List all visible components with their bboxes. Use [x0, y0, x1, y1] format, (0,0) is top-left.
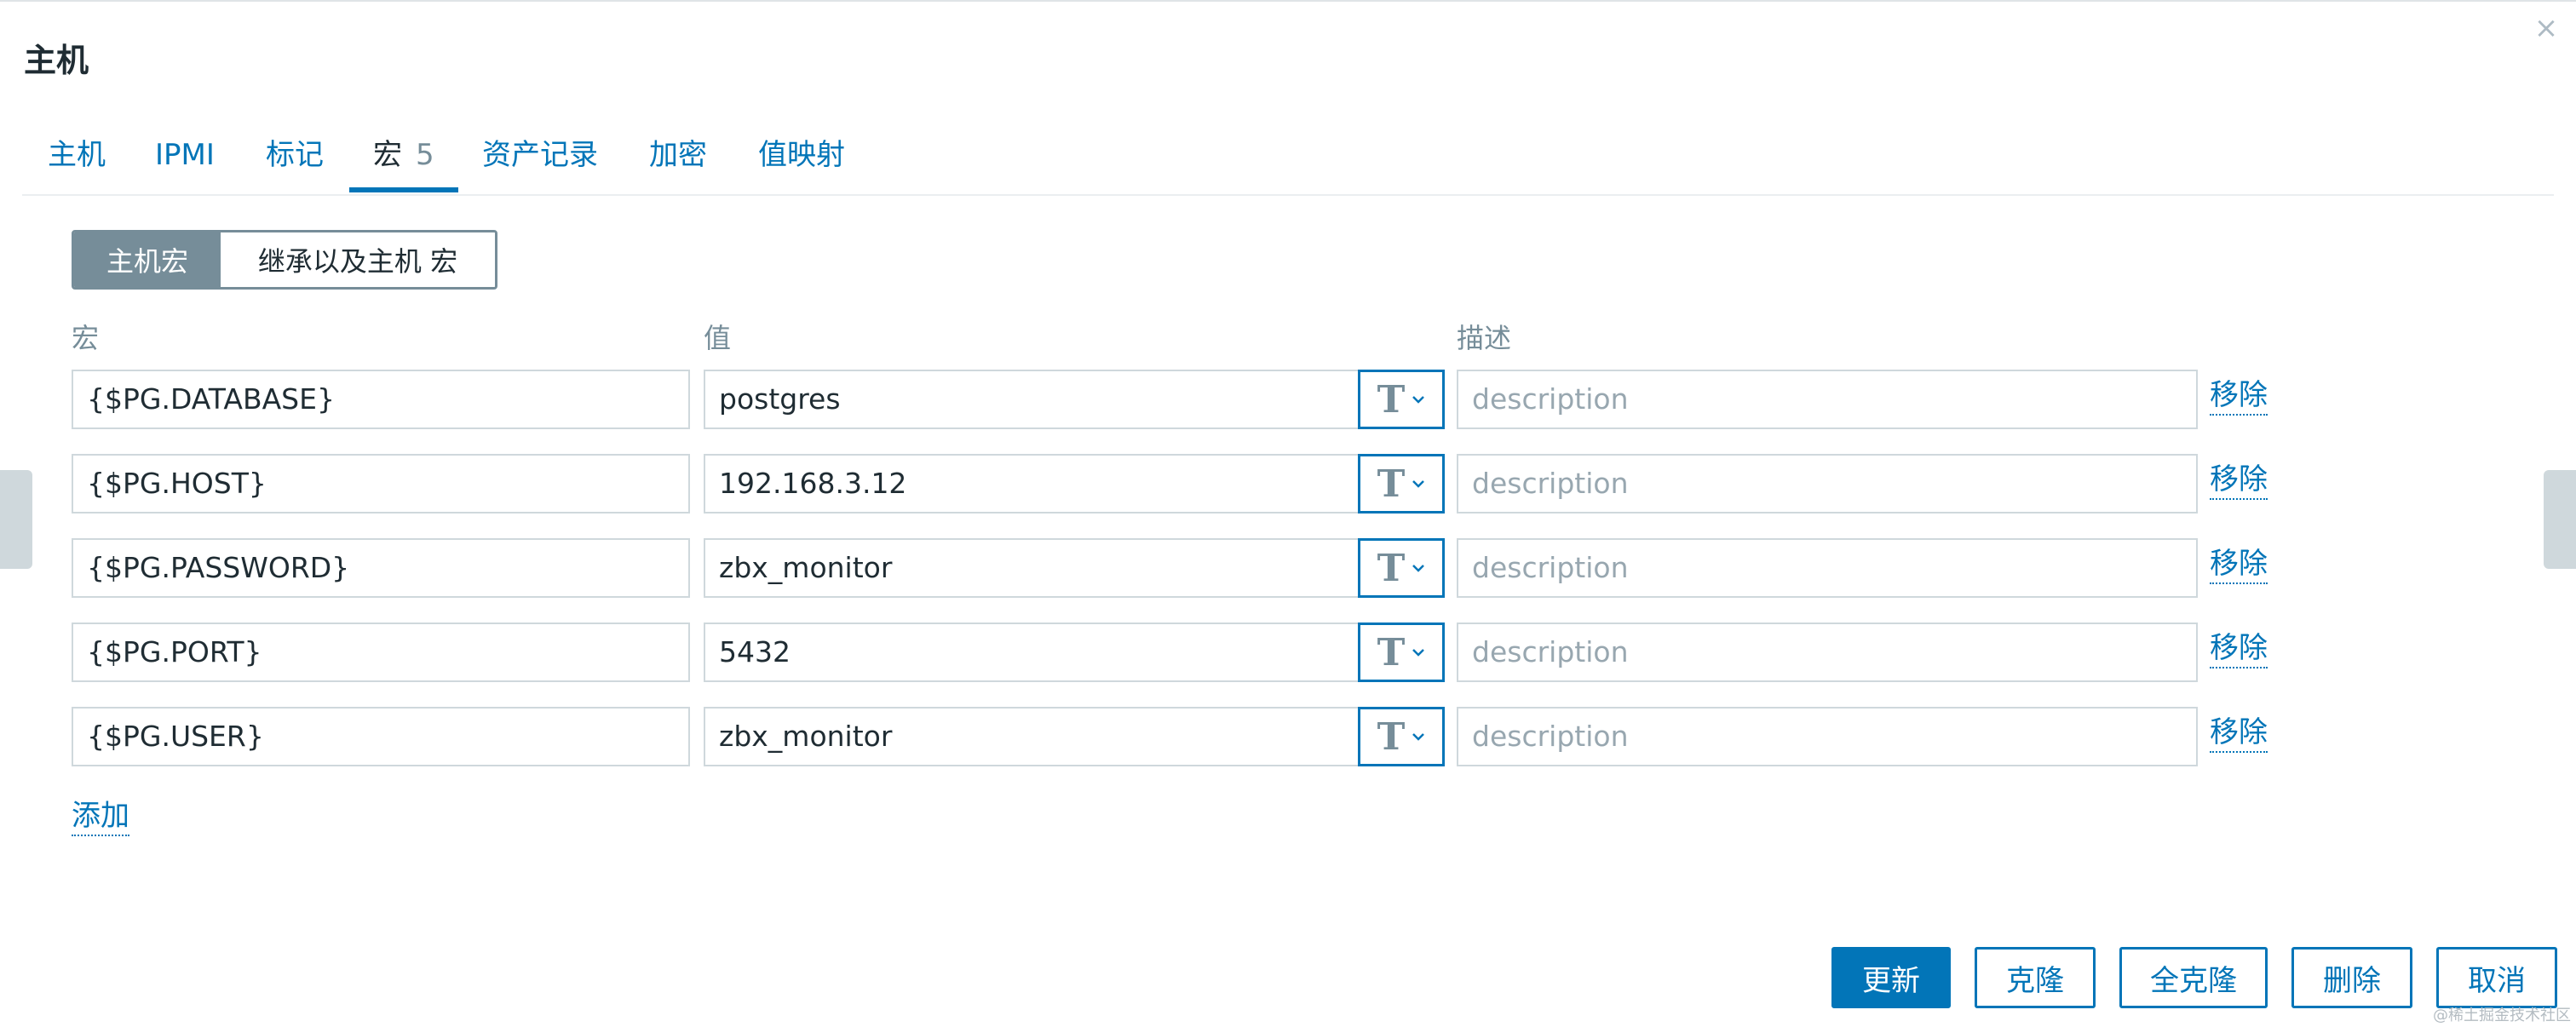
macro-value-input[interactable]: 192.168.3.12: [704, 454, 1361, 514]
delete-button[interactable]: 删除: [2291, 947, 2412, 1008]
add-macro-link[interactable]: 添加: [72, 797, 129, 836]
macro-name-input[interactable]: {$PG.PASSWORD}: [72, 538, 690, 598]
chevron-down-icon: [1412, 480, 1425, 488]
macro-name-input[interactable]: {$PG.DATABASE}: [72, 370, 690, 429]
macro-row: {$PG.HOST} 192.168.3.12 T description 移除: [0, 454, 2576, 514]
macro-value-input[interactable]: zbx_monitor: [704, 538, 1361, 598]
host-dialog: 主机 × 主机 IPMI 标记 宏5 资产记录 加密 值映射 主机宏 继承以及主…: [0, 0, 2576, 1027]
tab-value-mapping[interactable]: 值映射: [758, 121, 845, 192]
remove-macro-link[interactable]: 移除: [2210, 461, 2268, 500]
clone-button[interactable]: 克隆: [1975, 947, 2096, 1008]
macro-description-input[interactable]: description: [1457, 707, 2198, 766]
macro-row: {$PG.PASSWORD} zbx_monitor T description…: [0, 538, 2576, 598]
tab-host[interactable]: 主机: [48, 121, 106, 192]
value-type-dropdown[interactable]: T: [1358, 623, 1445, 682]
scroll-left-handle[interactable]: [0, 470, 32, 569]
macro-description-input[interactable]: description: [1457, 370, 2198, 429]
tab-macros-count: 5: [416, 138, 434, 172]
host-macros-button[interactable]: 主机宏: [74, 232, 221, 287]
value-type-dropdown[interactable]: T: [1358, 454, 1445, 514]
macro-value-input[interactable]: postgres: [704, 370, 1361, 429]
column-header-macro: 宏: [72, 322, 100, 354]
macro-description-input[interactable]: description: [1457, 454, 2198, 514]
remove-macro-link[interactable]: 移除: [2210, 545, 2268, 584]
macro-value-input[interactable]: zbx_monitor: [704, 707, 1361, 766]
text-type-icon: T: [1377, 546, 1406, 590]
macro-description-input[interactable]: description: [1457, 538, 2198, 598]
macro-name-input[interactable]: {$PG.USER}: [72, 707, 690, 766]
text-type-icon: T: [1377, 630, 1406, 674]
macro-value-input[interactable]: 5432: [704, 623, 1361, 682]
macro-row: {$PG.USER} zbx_monitor T description 移除: [0, 707, 2576, 766]
close-icon[interactable]: ×: [2530, 12, 2562, 44]
value-type-dropdown[interactable]: T: [1358, 538, 1445, 598]
tab-macros-label: 宏: [373, 138, 402, 172]
macro-description-input[interactable]: description: [1457, 623, 2198, 682]
chevron-down-icon: [1412, 733, 1425, 741]
macro-name-input[interactable]: {$PG.PORT}: [72, 623, 690, 682]
dialog-title: 主机: [24, 42, 89, 79]
chevron-down-icon: [1412, 565, 1425, 572]
macro-row: {$PG.DATABASE} postgres T description 移除: [0, 370, 2576, 429]
macro-mode-toggle: 主机宏 继承以及主机 宏: [72, 230, 497, 290]
text-type-icon: T: [1377, 462, 1406, 506]
value-type-dropdown[interactable]: T: [1358, 707, 1445, 766]
tab-bar: 主机 IPMI 标记 宏5 资产记录 加密 值映射: [22, 121, 2554, 196]
value-type-dropdown[interactable]: T: [1358, 370, 1445, 429]
remove-macro-link[interactable]: 移除: [2210, 714, 2268, 753]
remove-macro-link[interactable]: 移除: [2210, 376, 2268, 416]
full-clone-button[interactable]: 全克隆: [2119, 947, 2268, 1008]
tab-inventory[interactable]: 资产记录: [482, 121, 598, 192]
cancel-button[interactable]: 取消: [2436, 947, 2557, 1008]
tab-macros[interactable]: 宏5: [349, 121, 458, 192]
watermark: @稀土掘金技术社区: [2433, 1007, 2571, 1024]
column-header-value: 值: [704, 322, 732, 354]
inherited-macros-button[interactable]: 继承以及主机 宏: [221, 232, 495, 287]
macro-row: {$PG.PORT} 5432 T description 移除: [0, 623, 2576, 682]
update-button[interactable]: 更新: [1831, 947, 1951, 1008]
text-type-icon: T: [1377, 714, 1406, 759]
column-header-description: 描述: [1457, 322, 1512, 354]
text-type-icon: T: [1377, 377, 1406, 422]
chevron-down-icon: [1412, 649, 1425, 657]
tab-encryption[interactable]: 加密: [649, 121, 707, 192]
chevron-down-icon: [1412, 396, 1425, 404]
scroll-right-handle[interactable]: [2544, 470, 2576, 569]
tab-ipmi[interactable]: IPMI: [155, 121, 215, 192]
tab-tags[interactable]: 标记: [266, 121, 324, 192]
macro-name-input[interactable]: {$PG.HOST}: [72, 454, 690, 514]
remove-macro-link[interactable]: 移除: [2210, 629, 2268, 668]
